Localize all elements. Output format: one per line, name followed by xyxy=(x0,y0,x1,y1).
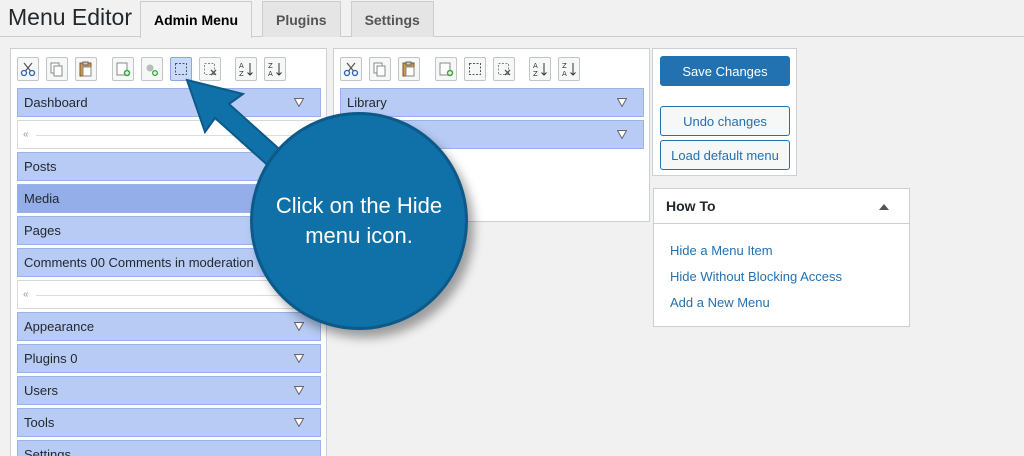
paste-icon[interactable] xyxy=(75,57,97,81)
callout-bubble: Click on the Hide menu icon. xyxy=(250,112,468,330)
howto-link-hide-item[interactable]: Hide a Menu Item xyxy=(670,243,773,258)
cut-icon[interactable] xyxy=(17,57,39,81)
menu-item-tools[interactable]: Tools xyxy=(17,408,321,437)
paste-icon[interactable] xyxy=(398,57,420,81)
expand-arrow-icon[interactable] xyxy=(294,354,304,363)
tab-bar: Admin Menu Plugins Settings xyxy=(140,1,434,38)
tab-admin-menu[interactable]: Admin Menu xyxy=(140,1,252,38)
menu-item-label: Users xyxy=(24,383,58,398)
svg-text:Z: Z xyxy=(268,62,273,70)
separator-handle-icon: « xyxy=(23,129,29,140)
menu-item-label: Pages xyxy=(24,223,61,238)
separator-handle-icon: « xyxy=(23,289,29,300)
expand-arrow-icon[interactable] xyxy=(294,386,304,395)
sort-descending-icon[interactable]: ZA xyxy=(558,57,580,81)
undo-changes-button[interactable]: Undo changes xyxy=(660,106,790,136)
cut-icon[interactable] xyxy=(340,57,362,81)
expand-arrow-icon[interactable] xyxy=(294,322,304,331)
menu-editor-page: Menu Editor Admin Menu Plugins Settings xyxy=(0,0,1024,456)
new-menu-icon[interactable] xyxy=(435,57,457,81)
separator-rule xyxy=(36,295,312,296)
actions-panel: Save Changes Undo changes Load default m… xyxy=(652,48,797,176)
svg-text:Z: Z xyxy=(562,62,567,70)
save-changes-button[interactable]: Save Changes xyxy=(660,56,790,86)
menu-item-appearance[interactable]: Appearance xyxy=(17,312,321,341)
howto-link-add-new-menu[interactable]: Add a New Menu xyxy=(670,295,770,310)
menu-item-label: Posts xyxy=(24,159,57,174)
menu-item-label: Tools xyxy=(24,415,55,430)
menu-item-users[interactable]: Users xyxy=(17,376,321,405)
tab-settings[interactable]: Settings xyxy=(350,1,434,37)
copy-icon[interactable] xyxy=(369,57,391,81)
svg-text:A: A xyxy=(562,70,567,77)
svg-text:A: A xyxy=(533,62,538,70)
howto-title: How To xyxy=(666,198,716,214)
copy-icon[interactable] xyxy=(46,57,68,81)
menu-item-label: Dashboard xyxy=(24,95,88,110)
svg-text:Z: Z xyxy=(533,70,538,77)
new-menu-icon[interactable] xyxy=(112,57,134,81)
sort-ascending-icon[interactable]: AZ xyxy=(529,57,551,81)
menu-item-settings[interactable]: Settings xyxy=(17,440,321,456)
howto-link-hide-without-blocking[interactable]: Hide Without Blocking Access xyxy=(670,269,842,284)
menu-item-label: Media xyxy=(24,191,60,206)
hide-menu-icon[interactable] xyxy=(464,57,486,81)
tab-plugins[interactable]: Plugins xyxy=(262,1,341,37)
collapse-caret-icon[interactable] xyxy=(879,204,889,210)
submenu-item-library[interactable]: Library xyxy=(340,88,644,117)
menu-item-label: Comments 00 Comments in moderation xyxy=(24,255,254,270)
expand-arrow-icon[interactable] xyxy=(294,418,304,427)
delete-icon[interactable] xyxy=(493,57,515,81)
howto-panel: How To Hide a Menu Item Hide Without Blo… xyxy=(653,188,910,327)
active-tab-gap xyxy=(141,36,242,37)
expand-arrow-icon[interactable] xyxy=(617,130,627,139)
page-title: Menu Editor xyxy=(8,4,133,30)
howto-header[interactable]: How To xyxy=(654,189,909,224)
menu-item-plugins[interactable]: Plugins 0 xyxy=(17,344,321,373)
svg-text:A: A xyxy=(239,62,244,70)
load-default-menu-button[interactable]: Load default menu xyxy=(660,140,790,170)
menu-item-label: Appearance xyxy=(24,319,95,334)
new-separator-icon[interactable] xyxy=(141,57,163,81)
menu-item-label: Plugins 0 xyxy=(24,351,78,366)
menu-item-label: Settings xyxy=(24,447,71,456)
callout-text: Click on the Hide menu icon. xyxy=(275,193,443,248)
expand-arrow-icon[interactable] xyxy=(617,98,627,107)
menu-item-label: Library xyxy=(347,95,387,110)
